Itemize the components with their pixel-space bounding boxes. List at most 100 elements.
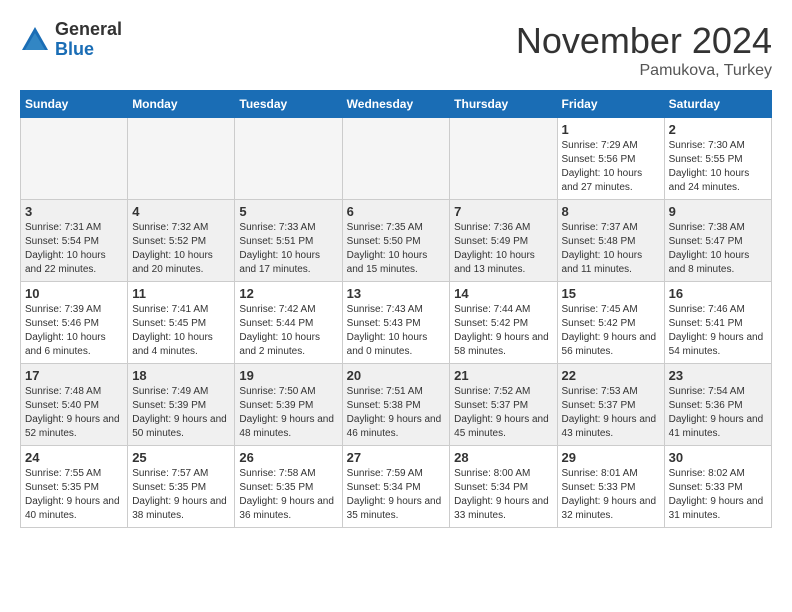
day-number: 3 [25, 204, 123, 219]
day-number: 26 [239, 450, 337, 465]
logo-blue: Blue [55, 40, 122, 60]
calendar-cell: 5 Sunrise: 7:33 AM Sunset: 5:51 PM Daylig… [235, 200, 342, 282]
calendar-cell: 17Sunrise: 7:48 AM Sunset: 5:40 PM Dayli… [21, 364, 128, 446]
day-info: Sunrise: 7:51 AM Sunset: 5:38 PM Dayligh… [347, 385, 446, 441]
day-number: 15 [562, 286, 660, 301]
calendar-week-row: 24 Sunrise: 7:55 AM Sunset: 5:35 PM Dayli… [21, 446, 772, 528]
month-title: November 2024 [516, 20, 772, 62]
page-header: General Blue November 2024 Pamukova, Tur… [20, 20, 772, 80]
day-info: Sunrise: 7:29 AM Sunset: 5:56 PM Dayligh… [562, 139, 660, 195]
calendar-cell: 11 Sunrise: 7:41 AM Sunset: 5:45 PM Dayli… [128, 282, 235, 364]
day-number: 9 [669, 204, 767, 219]
calendar-cell: 10 Sunrise: 7:39 AM Sunset: 5:46 PM Dayli… [21, 282, 128, 364]
day-number: 27 [347, 450, 446, 465]
calendar: SundayMondayTuesdayWednesdayThursdayFrid… [20, 90, 772, 528]
day-number: 2 [669, 122, 767, 137]
calendar-cell: 19 Sunrise: 7:50 AM Sunset: 5:39 PM Dayli… [235, 364, 342, 446]
calendar-cell: 12 Sunrise: 7:42 AM Sunset: 5:44 PM Dayli… [235, 282, 342, 364]
day-number: 12 [239, 286, 337, 301]
day-info: Sunrise: 8:00 AM Sunset: 5:34 PM Dayligh… [454, 467, 552, 523]
location: Pamukova, Turkey [516, 62, 772, 80]
day-info: Sunrise: 7:55 AM Sunset: 5:35 PM Dayligh… [25, 467, 123, 523]
day-number: 19 [239, 368, 337, 383]
day-number: 20 [347, 368, 446, 383]
day-number: 22 [562, 368, 660, 383]
column-header-wednesday: Wednesday [342, 91, 450, 118]
calendar-cell: 18 Sunrise: 7:49 AM Sunset: 5:39 PM Dayli… [128, 364, 235, 446]
day-info: Sunrise: 8:02 AM Sunset: 5:33 PM Dayligh… [669, 467, 767, 523]
logo: General Blue [20, 20, 122, 60]
column-header-tuesday: Tuesday [235, 91, 342, 118]
day-number: 13 [347, 286, 446, 301]
calendar-cell: 14 Sunrise: 7:44 AM Sunset: 5:42 PM Dayli… [450, 282, 557, 364]
calendar-cell: 4 Sunrise: 7:32 AM Sunset: 5:52 PM Daylig… [128, 200, 235, 282]
calendar-cell: 24 Sunrise: 7:55 AM Sunset: 5:35 PM Dayli… [21, 446, 128, 528]
day-number: 11 [132, 286, 230, 301]
day-number: 10 [25, 286, 123, 301]
day-info: Sunrise: 7:57 AM Sunset: 5:35 PM Dayligh… [132, 467, 230, 523]
day-number: 14 [454, 286, 552, 301]
day-number: 1 [562, 122, 660, 137]
calendar-cell: 20 Sunrise: 7:51 AM Sunset: 5:38 PM Dayli… [342, 364, 450, 446]
column-header-thursday: Thursday [450, 91, 557, 118]
day-info: Sunrise: 7:58 AM Sunset: 5:35 PM Dayligh… [239, 467, 337, 523]
day-info: Sunrise: 7:33 AM Sunset: 5:51 PM Dayligh… [239, 221, 337, 277]
day-info: Sunrise: 7:49 AM Sunset: 5:39 PM Dayligh… [132, 385, 230, 441]
day-info: Sunrise: 7:44 AM Sunset: 5:42 PM Dayligh… [454, 303, 552, 359]
day-info: Sunrise: 7:46 AM Sunset: 5:41 PM Dayligh… [669, 303, 767, 359]
day-info: Sunrise: 8:01 AM Sunset: 5:33 PM Dayligh… [562, 467, 660, 523]
column-header-monday: Monday [128, 91, 235, 118]
day-info: Sunrise: 7:36 AM Sunset: 5:49 PM Dayligh… [454, 221, 552, 277]
day-number: 8 [562, 204, 660, 219]
day-info: Sunrise: 7:37 AM Sunset: 5:48 PM Dayligh… [562, 221, 660, 277]
day-info: Sunrise: 7:59 AM Sunset: 5:34 PM Dayligh… [347, 467, 446, 523]
logo-icon [20, 25, 50, 55]
day-number: 4 [132, 204, 230, 219]
calendar-cell: 3Sunrise: 7:31 AM Sunset: 5:54 PM Daylig… [21, 200, 128, 282]
calendar-cell: 29 Sunrise: 8:01 AM Sunset: 5:33 PM Dayli… [557, 446, 664, 528]
calendar-cell: 15 Sunrise: 7:45 AM Sunset: 5:42 PM Dayli… [557, 282, 664, 364]
calendar-cell [128, 118, 235, 200]
day-number: 24 [25, 450, 123, 465]
calendar-cell: 22 Sunrise: 7:53 AM Sunset: 5:37 PM Dayli… [557, 364, 664, 446]
calendar-week-row: 3Sunrise: 7:31 AM Sunset: 5:54 PM Daylig… [21, 200, 772, 282]
day-info: Sunrise: 7:45 AM Sunset: 5:42 PM Dayligh… [562, 303, 660, 359]
day-info: Sunrise: 7:32 AM Sunset: 5:52 PM Dayligh… [132, 221, 230, 277]
title-block: November 2024 Pamukova, Turkey [516, 20, 772, 80]
day-info: Sunrise: 7:38 AM Sunset: 5:47 PM Dayligh… [669, 221, 767, 277]
day-number: 7 [454, 204, 552, 219]
day-number: 23 [669, 368, 767, 383]
day-info: Sunrise: 7:41 AM Sunset: 5:45 PM Dayligh… [132, 303, 230, 359]
calendar-cell: 21Sunrise: 7:52 AM Sunset: 5:37 PM Dayli… [450, 364, 557, 446]
day-info: Sunrise: 7:30 AM Sunset: 5:55 PM Dayligh… [669, 139, 767, 195]
day-number: 18 [132, 368, 230, 383]
calendar-cell: 8 Sunrise: 7:37 AM Sunset: 5:48 PM Daylig… [557, 200, 664, 282]
logo-general: General [55, 20, 122, 40]
column-header-sunday: Sunday [21, 91, 128, 118]
day-info: Sunrise: 7:53 AM Sunset: 5:37 PM Dayligh… [562, 385, 660, 441]
day-info: Sunrise: 7:39 AM Sunset: 5:46 PM Dayligh… [25, 303, 123, 359]
day-number: 5 [239, 204, 337, 219]
day-info: Sunrise: 7:50 AM Sunset: 5:39 PM Dayligh… [239, 385, 337, 441]
calendar-week-row: 10 Sunrise: 7:39 AM Sunset: 5:46 PM Dayli… [21, 282, 772, 364]
calendar-cell: 9 Sunrise: 7:38 AM Sunset: 5:47 PM Daylig… [664, 200, 771, 282]
day-info: Sunrise: 7:48 AM Sunset: 5:40 PM Dayligh… [25, 385, 123, 441]
calendar-cell: 25 Sunrise: 7:57 AM Sunset: 5:35 PM Dayli… [128, 446, 235, 528]
day-info: Sunrise: 7:42 AM Sunset: 5:44 PM Dayligh… [239, 303, 337, 359]
day-number: 28 [454, 450, 552, 465]
calendar-cell [235, 118, 342, 200]
day-number: 6 [347, 204, 446, 219]
calendar-week-row: 1 Sunrise: 7:29 AM Sunset: 5:56 PM Daylig… [21, 118, 772, 200]
calendar-cell [342, 118, 450, 200]
column-header-friday: Friday [557, 91, 664, 118]
calendar-cell [21, 118, 128, 200]
calendar-week-row: 17Sunrise: 7:48 AM Sunset: 5:40 PM Dayli… [21, 364, 772, 446]
day-number: 25 [132, 450, 230, 465]
calendar-cell: 16 Sunrise: 7:46 AM Sunset: 5:41 PM Dayli… [664, 282, 771, 364]
day-number: 30 [669, 450, 767, 465]
day-number: 16 [669, 286, 767, 301]
calendar-cell: 6Sunrise: 7:35 AM Sunset: 5:50 PM Daylig… [342, 200, 450, 282]
day-number: 29 [562, 450, 660, 465]
column-header-saturday: Saturday [664, 91, 771, 118]
calendar-cell: 2 Sunrise: 7:30 AM Sunset: 5:55 PM Daylig… [664, 118, 771, 200]
